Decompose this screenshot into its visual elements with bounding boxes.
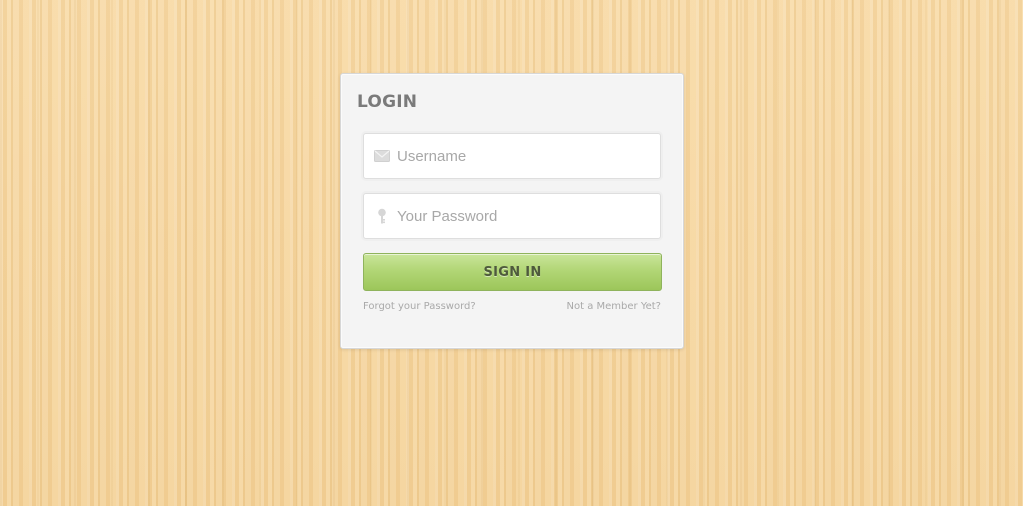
password-field[interactable] xyxy=(363,193,661,239)
register-link[interactable]: Not a Member Yet? xyxy=(567,301,661,312)
envelope-icon xyxy=(367,150,397,162)
sign-in-button[interactable]: SIGN IN xyxy=(363,253,662,291)
username-input[interactable] xyxy=(397,147,647,165)
login-card: LOGIN SIGN IN Forgot your Password? Not … xyxy=(340,73,684,349)
password-input[interactable] xyxy=(397,207,647,225)
forgot-password-link[interactable]: Forgot your Password? xyxy=(363,301,476,312)
username-field[interactable] xyxy=(363,133,661,179)
key-icon xyxy=(367,208,397,224)
login-title: LOGIN xyxy=(357,92,418,112)
